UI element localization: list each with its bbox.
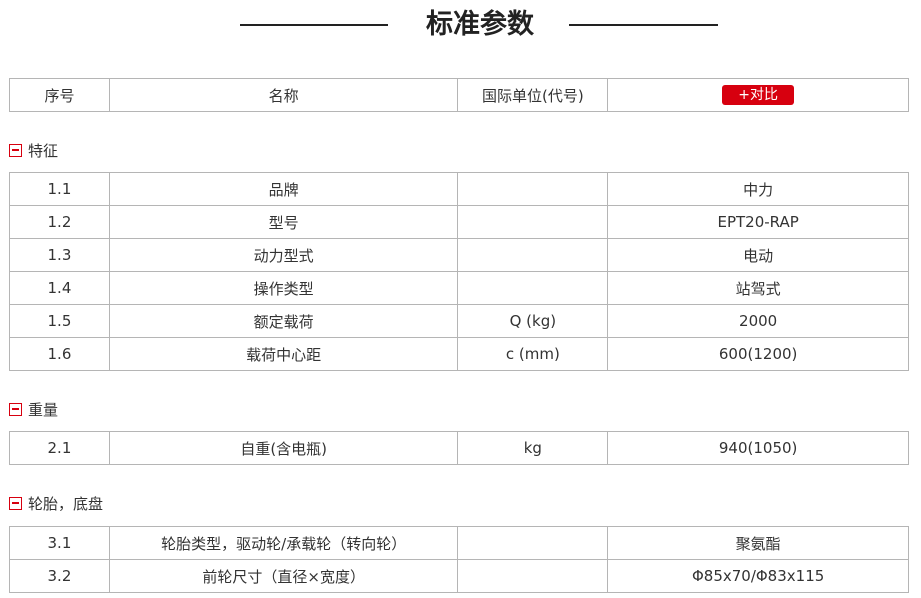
table-row: 3.1 轮胎类型，驱动轮/承载轮（转向轮） 聚氨酯 (9, 526, 909, 560)
row-unit (457, 271, 609, 305)
row-name: 动力型式 (108, 238, 459, 272)
table-row: 1.1 品牌 中力 (9, 172, 909, 206)
minus-icon[interactable] (9, 402, 22, 416)
row-unit: kg (457, 431, 609, 465)
minus-icon[interactable] (9, 143, 22, 157)
section-header-weight[interactable]: 重量 (9, 398, 58, 420)
page-title: 标准参数 (426, 9, 534, 40)
row-value: EPT20-RAP (607, 205, 909, 239)
section-title: 特征 (28, 141, 59, 160)
row-no: 1.1 (9, 172, 110, 206)
header-row: 序号 名称 国际单位(代号) +对比 (9, 78, 909, 112)
section-header-tires-chassis[interactable]: 轮胎，底盘 (9, 492, 103, 514)
header-no: 序号 (9, 78, 110, 112)
row-no: 1.4 (9, 271, 110, 305)
table-row: 1.2 型号 EPT20-RAP (9, 205, 909, 239)
row-name: 自重(含电瓶) (108, 431, 459, 465)
table-row: 2.1 自重(含电瓶) kg 940(1050) (9, 431, 909, 465)
row-unit (457, 205, 609, 239)
features-table: 1.1 品牌 中力 1.2 型号 EPT20-RAP 1.3 动力型式 电动 1… (9, 172, 909, 371)
weight-table: 2.1 自重(含电瓶) kg 940(1050) (9, 431, 909, 465)
row-unit (457, 238, 609, 272)
row-no: 3.2 (9, 559, 110, 593)
row-no: 3.1 (9, 526, 110, 560)
row-no: 1.3 (9, 238, 110, 272)
table-row: 1.5 额定载荷 Q (kg) 2000 (9, 304, 909, 338)
table-row: 3.2 前轮尺寸（直径×宽度） Φ85x70/Φ83x115 (9, 559, 909, 593)
row-value: 聚氨酯 (607, 526, 909, 560)
table-row: 1.4 操作类型 站驾式 (9, 271, 909, 305)
page-title-bar: 标准参数 (0, 0, 921, 52)
row-value: 电动 (607, 238, 909, 272)
header-table: 序号 名称 国际单位(代号) +对比 (9, 78, 909, 112)
row-name: 品牌 (108, 172, 459, 206)
row-no: 1.6 (9, 337, 110, 371)
row-name: 轮胎类型，驱动轮/承载轮（转向轮） (108, 526, 459, 560)
table-row: 1.3 动力型式 电动 (9, 238, 909, 272)
row-value: 600(1200) (607, 337, 909, 371)
minus-icon[interactable] (9, 496, 22, 510)
row-unit (457, 559, 609, 593)
title-divider-right (569, 24, 718, 26)
row-no: 1.2 (9, 205, 110, 239)
row-unit: c (mm) (457, 337, 609, 371)
row-unit (457, 172, 609, 206)
compare-button[interactable]: +对比 (722, 85, 794, 105)
header-unit: 国际单位(代号) (457, 78, 609, 112)
row-value: Φ85x70/Φ83x115 (607, 559, 909, 593)
row-value: 中力 (607, 172, 909, 206)
header-compare-cell: +对比 (607, 78, 909, 112)
row-value: 站驾式 (607, 271, 909, 305)
section-title: 重量 (28, 400, 59, 419)
row-no: 1.5 (9, 304, 110, 338)
row-no: 2.1 (9, 431, 110, 465)
table-row: 1.6 载荷中心距 c (mm) 600(1200) (9, 337, 909, 371)
section-title: 轮胎，底盘 (28, 494, 104, 513)
row-unit (457, 526, 609, 560)
row-unit: Q (kg) (457, 304, 609, 338)
row-value: 940(1050) (607, 431, 909, 465)
tires-table: 3.1 轮胎类型，驱动轮/承载轮（转向轮） 聚氨酯 3.2 前轮尺寸（直径×宽度… (9, 526, 909, 593)
row-name: 操作类型 (108, 271, 459, 305)
header-name: 名称 (108, 78, 459, 112)
row-name: 载荷中心距 (108, 337, 459, 371)
row-name: 额定载荷 (108, 304, 459, 338)
row-name: 型号 (108, 205, 459, 239)
row-name: 前轮尺寸（直径×宽度） (108, 559, 459, 593)
title-divider-left (240, 24, 388, 26)
row-value: 2000 (607, 304, 909, 338)
section-header-features[interactable]: 特征 (9, 139, 58, 161)
